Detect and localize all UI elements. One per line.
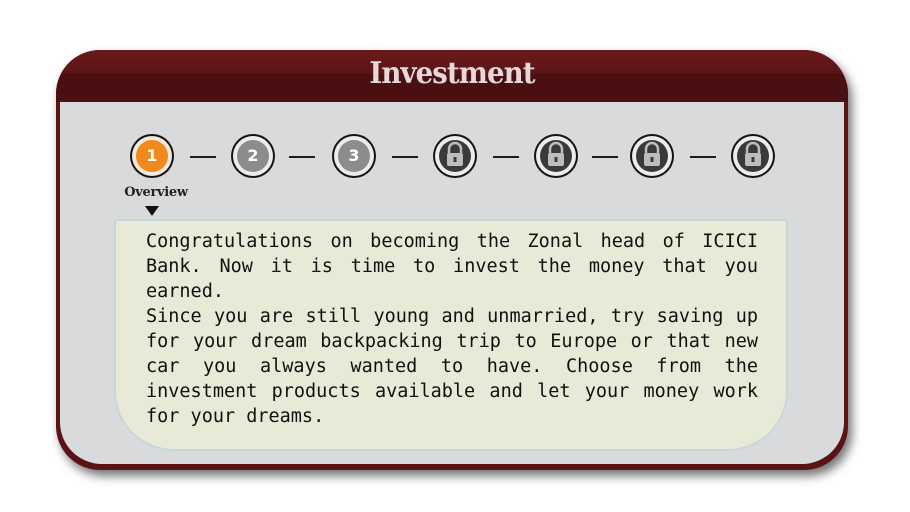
step-3-button[interactable]: 3 [332,134,376,178]
panel-title: Investment [369,56,535,91]
step-1-button[interactable]: 1 [130,134,174,178]
lock-icon [447,141,463,166]
step-3-number: 3 [338,140,370,172]
step-7-locked[interactable] [731,134,775,178]
lock-icon [548,141,564,166]
step-2-button[interactable]: 2 [231,134,275,178]
step-5-locked[interactable] [534,134,578,178]
lock-icon [644,141,660,166]
lock-icon [745,141,761,166]
panel-header: Investment [56,50,848,102]
step-4-locked[interactable] [433,134,477,178]
step-2-number: 2 [237,140,269,172]
step-6-locked[interactable] [630,134,674,178]
step-1-number: 1 [136,140,168,172]
current-step-label: Overview [124,185,188,200]
description-box: Congratulations on becoming the Zonal he… [114,219,788,451]
description-text: Congratulations on becoming the Zonal he… [146,231,758,427]
step-pointer-icon [145,206,159,216]
